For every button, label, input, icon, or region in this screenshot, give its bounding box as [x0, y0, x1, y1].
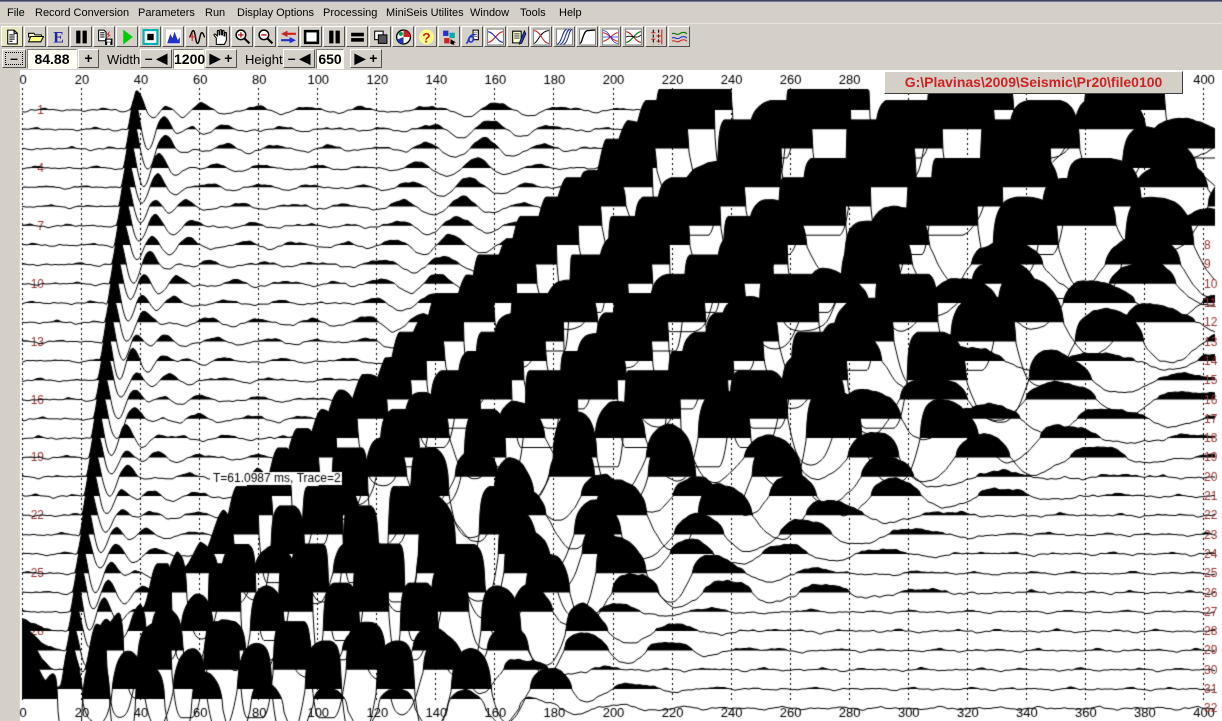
- svg-text:E: E: [53, 29, 64, 46]
- svg-text:?: ?: [422, 29, 430, 45]
